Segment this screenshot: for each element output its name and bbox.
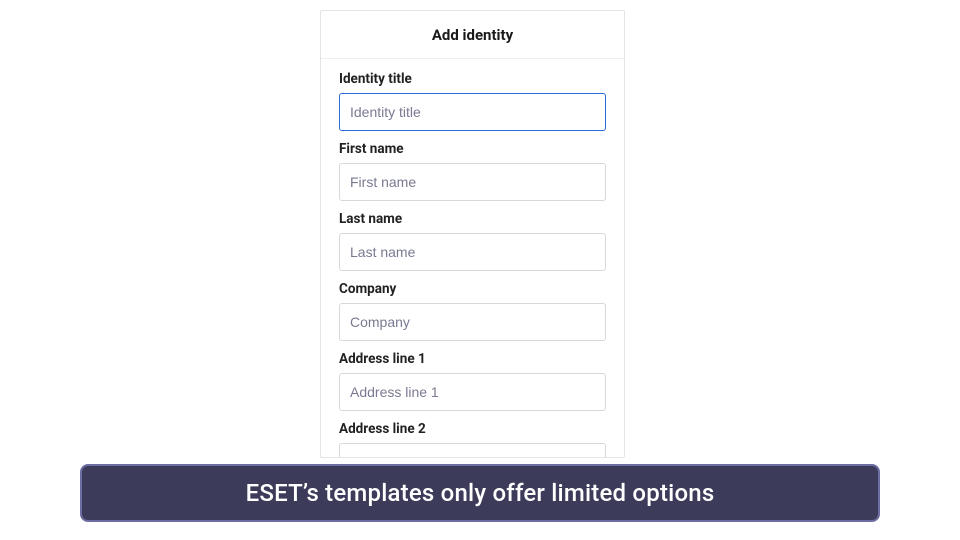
- field-first-name: First name: [339, 141, 606, 201]
- first-name-input[interactable]: [339, 163, 606, 201]
- field-address-line-1: Address line 1: [339, 351, 606, 411]
- add-identity-panel: Add identity Identity title First name L…: [320, 10, 625, 458]
- caption-bar: ESET’s templates only offer limited opti…: [80, 464, 880, 522]
- panel-body-wrap: Identity title First name Last name Comp…: [321, 59, 624, 457]
- identity-title-input[interactable]: [339, 93, 606, 131]
- panel-header: Add identity: [321, 11, 624, 59]
- field-label: Identity title: [339, 71, 606, 87]
- field-label: Address line 1: [339, 351, 606, 367]
- last-name-input[interactable]: [339, 233, 606, 271]
- field-address-line-2: Address line 2: [339, 421, 606, 457]
- field-label: First name: [339, 141, 606, 157]
- panel-title: Add identity: [432, 26, 513, 44]
- panel-body[interactable]: Identity title First name Last name Comp…: [321, 59, 624, 457]
- field-label: Last name: [339, 211, 606, 227]
- caption-text: ESET’s templates only offer limited opti…: [246, 479, 715, 507]
- field-company: Company: [339, 281, 606, 341]
- address-line-1-input[interactable]: [339, 373, 606, 411]
- company-input[interactable]: [339, 303, 606, 341]
- field-label: Company: [339, 281, 606, 297]
- field-identity-title: Identity title: [339, 71, 606, 131]
- field-label: Address line 2: [339, 421, 606, 437]
- field-last-name: Last name: [339, 211, 606, 271]
- address-line-2-input[interactable]: [339, 443, 606, 457]
